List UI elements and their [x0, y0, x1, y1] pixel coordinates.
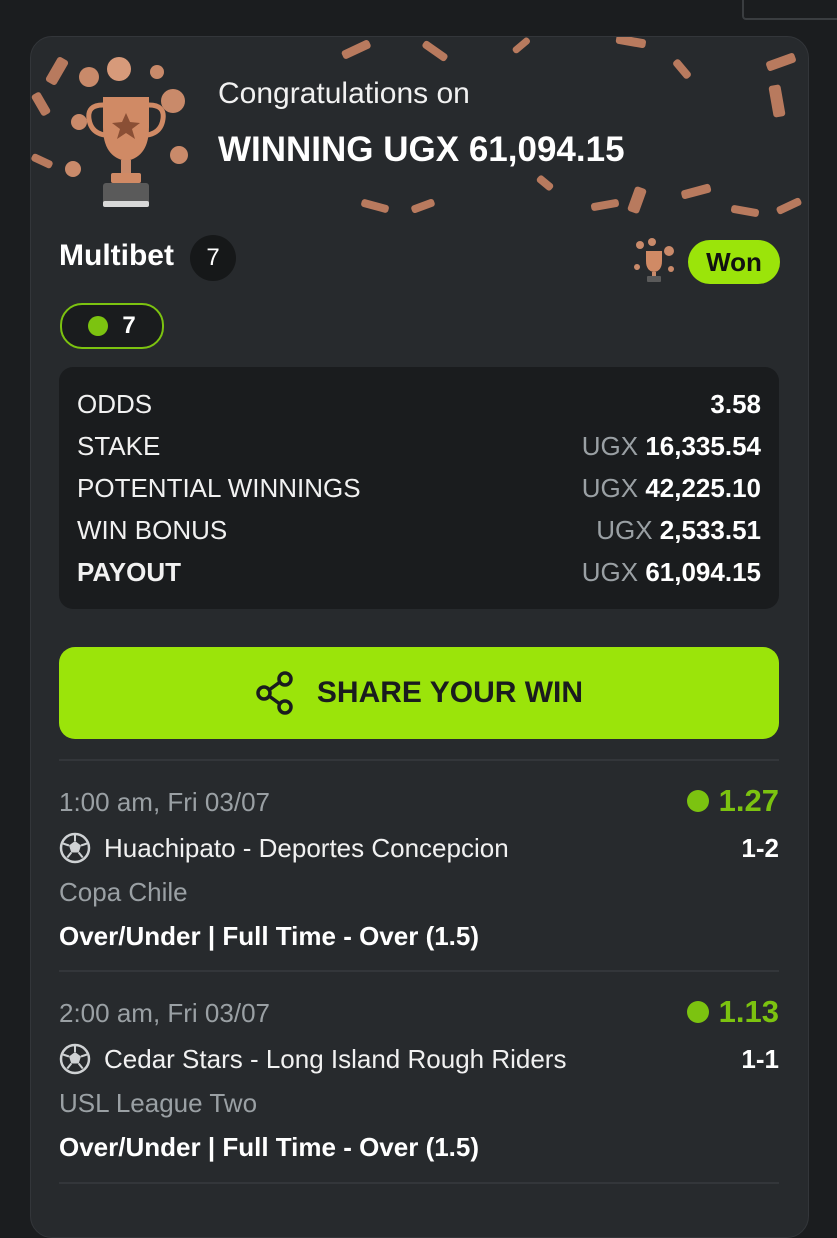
odds-value: 1.13 — [718, 994, 779, 1029]
summary-row-win-bonus: WIN BONUS UGX 2,533.51 — [77, 515, 761, 555]
won-dot-icon — [686, 790, 709, 812]
divider — [59, 970, 779, 972]
summary-row-payout: PAYOUT UGX 61,094.15 — [77, 557, 761, 597]
summary-currency: UGX — [596, 515, 653, 545]
summary-label: POTENTIAL WINNINGS — [77, 473, 361, 503]
share-button-label: SHARE YOUR WIN — [316, 676, 584, 709]
won-dot-icon — [686, 1001, 709, 1023]
summary-value: UGX 16,335.54 — [582, 431, 761, 462]
bet-card: Congratulations on WINNING UGX 61,094.15… — [30, 36, 809, 1238]
summary-row-potential-winnings: POTENTIAL WINNINGS UGX 42,225.10 — [77, 473, 761, 513]
summary-value: UGX 61,094.15 — [582, 557, 761, 588]
bet-type-title: Multibet — [59, 239, 174, 272]
status-dot-icon — [88, 316, 109, 336]
summary-currency: UGX — [581, 473, 639, 503]
match-time: 2:00 am, Fri 03/07 — [59, 998, 270, 1028]
bet-summary-panel: ODDS 3.58 STAKE UGX 16,335.54 POTENTIAL … — [59, 367, 779, 609]
winning-amount-title: WINNING UGX 61,094.15 — [218, 130, 625, 169]
share-icon — [256, 671, 293, 715]
selection-count-badge: 7 — [190, 235, 236, 281]
summary-currency: UGX — [581, 557, 639, 587]
won-selections-count: 7 — [122, 312, 136, 339]
summary-amount: 16,335.54 — [645, 431, 761, 461]
match-score: 1-2 — [741, 833, 779, 863]
divider — [59, 1182, 779, 1184]
summary-amount: 42,225.10 — [645, 473, 761, 503]
soccer-ball-icon — [59, 832, 91, 864]
selection-odds: 1.13 — [686, 994, 779, 1030]
summary-value: 3.58 — [710, 389, 761, 420]
bet-market: Over/Under | Full Time - Over (1.5) — [59, 1132, 480, 1162]
summary-row-odds: ODDS 3.58 — [77, 389, 761, 429]
summary-row-stake: STAKE UGX 16,335.54 — [77, 431, 761, 471]
won-status-badge: Won — [688, 240, 780, 284]
win-hero-banner: Congratulations on WINNING UGX 61,094.15 — [31, 37, 808, 217]
trophy-icon — [65, 57, 188, 207]
selection-odds: 1.27 — [686, 783, 779, 819]
bet-market: Over/Under | Full Time - Over (1.5) — [59, 921, 480, 951]
match-time: 1:00 am, Fri 03/07 — [59, 787, 270, 817]
top-tab-edge — [742, 0, 837, 20]
congratulations-text: Congratulations on — [218, 77, 470, 110]
summary-amount: 2,533.51 — [659, 515, 761, 545]
summary-label: ODDS — [77, 389, 153, 419]
summary-value: UGX 2,533.51 — [596, 515, 761, 546]
league-name: USL League Two — [59, 1088, 258, 1118]
soccer-ball-icon — [59, 1043, 91, 1075]
match-score: 1-1 — [741, 1044, 779, 1074]
league-name: Copa Chile — [59, 877, 188, 907]
summary-value: UGX 42,225.10 — [582, 473, 761, 504]
summary-label: STAKE — [77, 431, 161, 461]
summary-label: WIN BONUS — [77, 515, 228, 545]
won-selections-pill[interactable]: 7 — [60, 303, 164, 349]
summary-amount: 3.58 — [710, 389, 761, 419]
small-trophy-icon — [634, 238, 674, 282]
share-your-win-button[interactable]: SHARE YOUR WIN — [59, 647, 779, 739]
summary-label: PAYOUT — [77, 557, 182, 587]
selection-item[interactable]: 1:00 am, Fri 03/07 1.27 Huachipato - Dep… — [59, 783, 779, 977]
summary-currency: UGX — [581, 431, 639, 461]
selection-item[interactable]: 2:00 am, Fri 03/07 1.13 Cedar Stars - Lo… — [59, 994, 779, 1188]
match-teams: Cedar Stars - Long Island Rough Riders — [104, 1044, 567, 1074]
summary-amount: 61,094.15 — [645, 557, 761, 587]
odds-value: 1.27 — [718, 783, 779, 818]
match-teams: Huachipato - Deportes Concepcion — [104, 833, 509, 863]
divider — [59, 759, 779, 761]
